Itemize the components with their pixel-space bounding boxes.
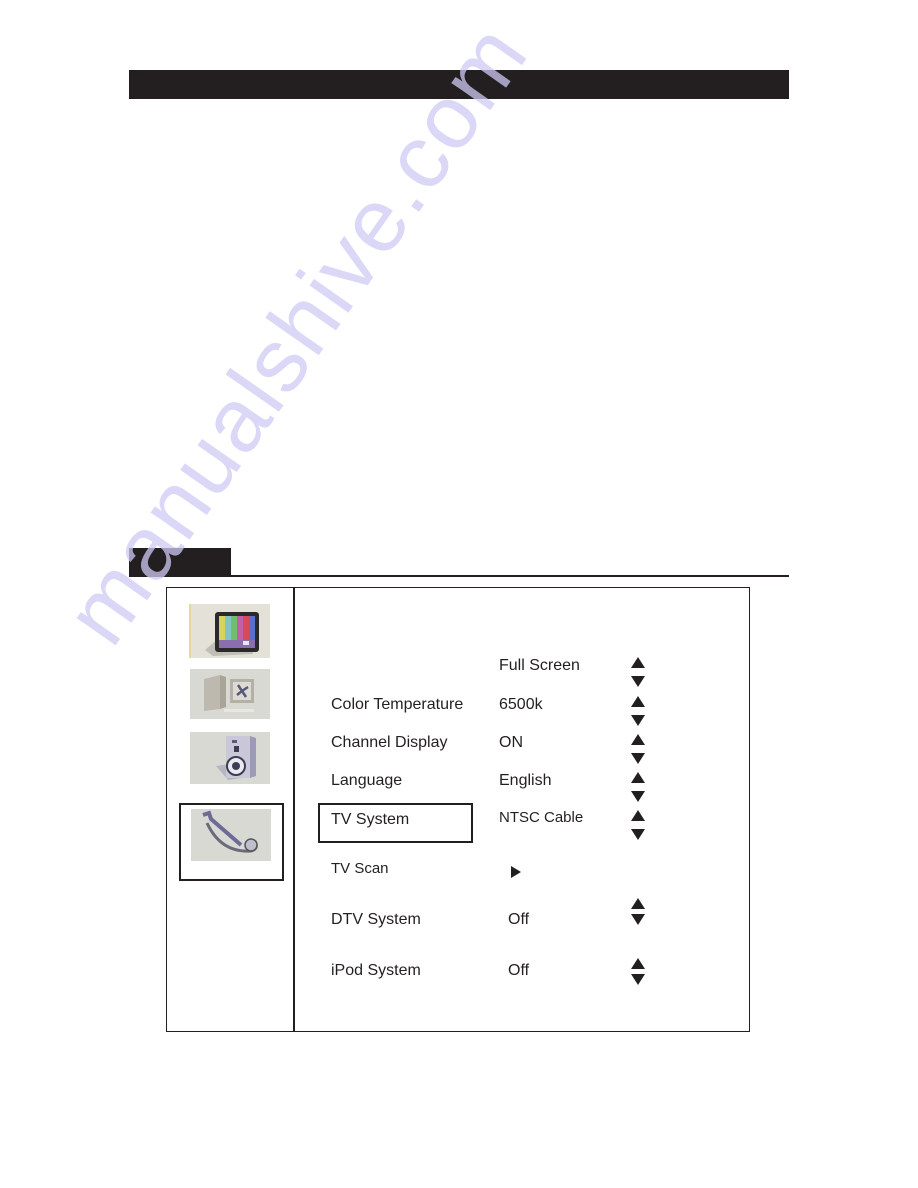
- arrow-down-icon[interactable]: [631, 676, 645, 687]
- row-value: English: [499, 772, 552, 789]
- up-down-arrows[interactable]: [631, 898, 645, 925]
- arrow-down-icon[interactable]: [631, 753, 645, 764]
- arrow-down-icon[interactable]: [631, 715, 645, 726]
- row-label: TV Scan: [331, 860, 389, 877]
- row-value: NTSC Cable: [499, 809, 584, 826]
- row-value: Off: [508, 962, 530, 979]
- row-label: Color Temperature: [331, 696, 464, 713]
- category-selection-highlight: [179, 803, 284, 881]
- section-tab: [129, 548, 231, 577]
- header-bar: [129, 70, 789, 99]
- up-down-arrows[interactable]: [631, 734, 645, 764]
- up-down-arrows[interactable]: [631, 810, 645, 840]
- row-label: DTV System: [331, 911, 421, 928]
- arrow-down-icon[interactable]: [631, 791, 645, 802]
- arrow-up-icon[interactable]: [631, 810, 645, 821]
- menu-divider: [293, 587, 295, 1032]
- section-rule: [231, 575, 789, 577]
- up-down-arrows[interactable]: [631, 696, 645, 726]
- category-audio[interactable]: [190, 732, 270, 784]
- watermark: manualshive.com: [46, 6, 548, 662]
- up-down-arrows[interactable]: [631, 657, 645, 687]
- row-value: Off: [508, 911, 530, 928]
- enter-arrow-icon[interactable]: [511, 866, 521, 878]
- row-value: 6500k: [499, 696, 543, 713]
- arrow-down-icon[interactable]: [631, 914, 645, 925]
- arrow-up-icon[interactable]: [631, 898, 645, 909]
- category-screen[interactable]: [190, 669, 270, 719]
- arrow-down-icon[interactable]: [631, 974, 645, 985]
- arrow-up-icon[interactable]: [631, 657, 645, 668]
- up-down-arrows[interactable]: [631, 958, 645, 985]
- arrow-up-icon[interactable]: [631, 958, 645, 969]
- row-value: ON: [499, 734, 523, 751]
- tv-test-pattern-icon: [205, 612, 259, 656]
- arrow-up-icon[interactable]: [631, 696, 645, 707]
- arrow-up-icon[interactable]: [631, 734, 645, 745]
- row-label: iPod System: [331, 962, 421, 979]
- arrow-up-icon[interactable]: [631, 772, 645, 783]
- row-label: Language: [331, 772, 403, 789]
- speaker-icon: [216, 736, 256, 780]
- up-down-arrows[interactable]: [631, 772, 645, 802]
- category-picture[interactable]: [189, 604, 270, 658]
- row-value: Full Screen: [499, 657, 580, 674]
- row-label: TV System: [331, 811, 410, 828]
- arrow-down-icon[interactable]: [631, 829, 645, 840]
- row-label: Channel Display: [331, 734, 448, 751]
- computer-monitor-icon: [204, 675, 254, 712]
